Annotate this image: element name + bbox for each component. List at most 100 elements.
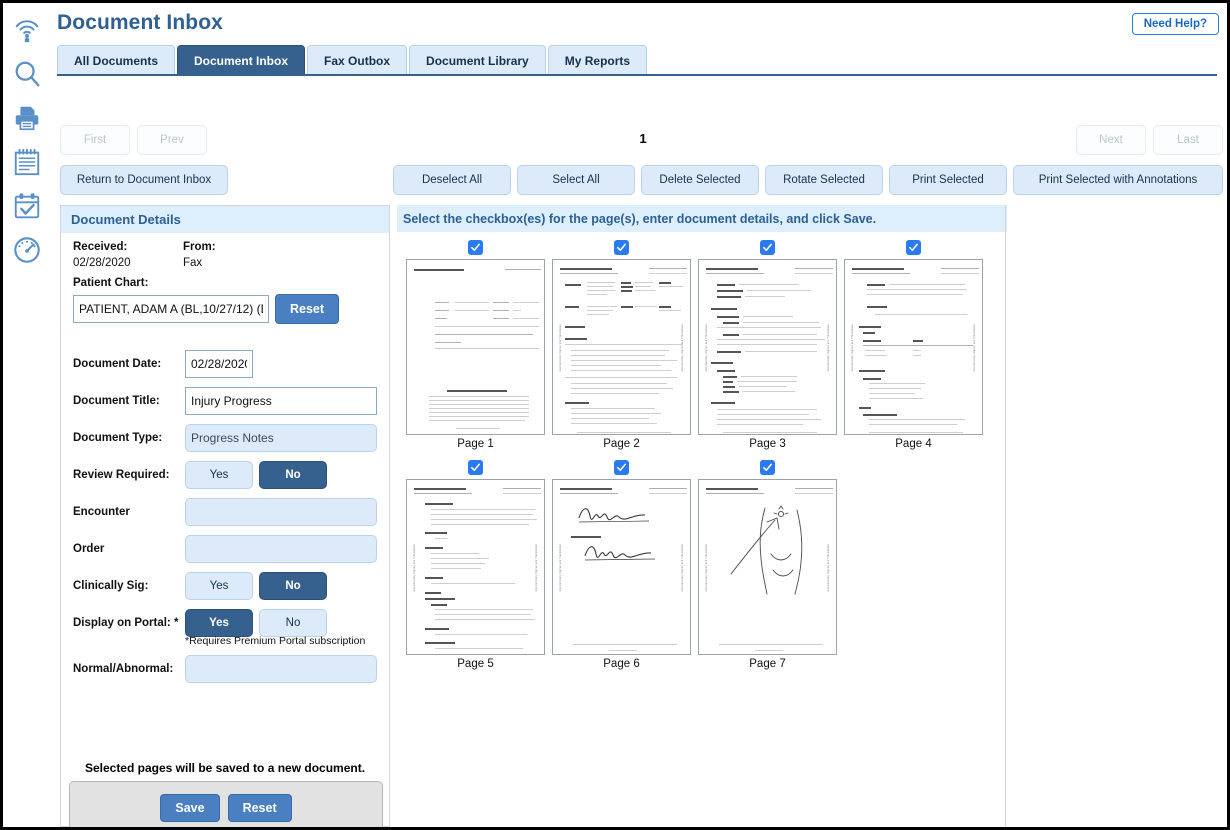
normal-abnormal-input[interactable] <box>185 655 377 683</box>
return-to-document-inbox-button[interactable]: Return to Document Inbox <box>60 165 228 195</box>
page-title: Document Inbox <box>57 11 223 35</box>
page-margin-text: Electronically Signed and Transmitted <box>827 324 830 371</box>
display-on-portal-no-button[interactable]: No <box>259 609 327 637</box>
page-checkbox[interactable] <box>760 240 775 255</box>
delete-selected-button[interactable]: Delete Selected <box>641 165 759 195</box>
document-type-select[interactable] <box>185 424 377 452</box>
page-margin-text: Electronically Signed and Transmitted <box>705 324 708 371</box>
page-label: Page 2 <box>603 438 639 450</box>
notepad-icon[interactable] <box>7 141 47 183</box>
page-content: Electronically Signed and Transmitted El… <box>557 264 686 430</box>
next-page-button[interactable]: Next <box>1076 125 1146 155</box>
page-label: Page 4 <box>895 438 931 450</box>
document-title-row: Document Title: <box>73 387 377 415</box>
page-preview[interactable]: Electronically Signed and Transmitted El… <box>698 259 837 435</box>
normal-abnormal-row: Normal/Abnormal: <box>73 655 377 683</box>
search-icon[interactable] <box>7 53 47 95</box>
reset-button[interactable]: Reset <box>228 794 292 822</box>
document-title-label: Document Title: <box>73 395 185 407</box>
document-date-label: Document Date: <box>73 358 185 370</box>
signature-mark <box>581 540 691 580</box>
encounter-input[interactable] <box>185 498 377 526</box>
last-page-button[interactable]: Last <box>1153 125 1223 155</box>
prev-page-button[interactable]: Prev <box>137 125 207 155</box>
page-margin-text: Electronically Signed and Transmitted <box>681 324 684 371</box>
from-value: Fax <box>183 257 377 269</box>
page-preview[interactable]: Electronically Signed and Transmitted El… <box>552 259 691 435</box>
page-checkbox[interactable] <box>614 240 629 255</box>
display-on-portal-row: Display on Portal: * Yes No <box>73 609 377 637</box>
review-required-yes-button[interactable]: Yes <box>185 461 253 489</box>
document-details-body: Received: From: 02/28/2020 Fax Patient C… <box>61 233 389 683</box>
page-margin-text: Electronically Signed and Transmitted <box>559 324 562 371</box>
need-help-button[interactable]: Need Help? <box>1132 13 1219 35</box>
clinically-sig-yes-button[interactable]: Yes <box>185 572 253 600</box>
page-margin-text: Electronically Signed and Transmitted <box>827 544 830 591</box>
page-checkbox[interactable] <box>468 460 483 475</box>
patient-chart-input[interactable] <box>73 295 269 323</box>
page-thumbnail-item: Electronically Signed and Transmitted El… <box>549 460 694 670</box>
portal-subscription-note: *Requires Premium Portal subscription <box>185 635 377 647</box>
display-on-portal-label: Display on Portal: * <box>73 617 185 629</box>
review-required-no-button[interactable]: No <box>259 461 327 489</box>
page-checkbox[interactable] <box>614 460 629 475</box>
pages-panel: Select the checkbox(es) for the page(s),… <box>397 205 1007 827</box>
order-label: Order <box>73 543 185 555</box>
broadcast-icon[interactable] <box>7 9 47 51</box>
received-value: 02/28/2020 <box>73 257 183 269</box>
page-thumbnail-grid: Page 1 <box>397 232 1007 680</box>
tab-my-reports[interactable]: My Reports <box>548 45 647 75</box>
tab-document-library[interactable]: Document Library <box>409 45 546 75</box>
save-action-box: Save Reset <box>69 781 383 827</box>
page-preview[interactable]: Electronically Signed and Transmitted El… <box>406 479 545 655</box>
select-all-button[interactable]: Select All <box>517 165 635 195</box>
document-type-label: Document Type: <box>73 432 185 444</box>
document-date-input[interactable] <box>185 350 253 378</box>
tab-fax-outbox[interactable]: Fax Outbox <box>307 45 407 75</box>
page-margin-text: Electronically Signed and Transmitted <box>851 324 854 371</box>
page-checkbox[interactable] <box>906 240 921 255</box>
page-margin-text: Electronically Signed and Transmitted <box>705 544 708 591</box>
application-window: Document Inbox Need Help? All Documents … <box>3 3 1227 827</box>
order-input[interactable] <box>185 535 377 563</box>
panel-divider <box>1005 205 1006 827</box>
page-content: Electronically Signed and Transmitted El… <box>411 484 540 650</box>
page-thumbnail-item: Electronically Signed and Transmitted El… <box>403 460 548 670</box>
page-preview[interactable]: Electronically Signed and Transmitted El… <box>698 479 837 655</box>
rotate-selected-button[interactable]: Rotate Selected <box>765 165 883 195</box>
page-content: Electronically Signed and Transmitted El… <box>849 264 978 430</box>
tab-document-inbox[interactable]: Document Inbox <box>177 45 305 75</box>
document-title-input[interactable] <box>185 387 377 415</box>
page-checkbox[interactable] <box>468 240 483 255</box>
tab-all-documents[interactable]: All Documents <box>57 45 175 75</box>
calendar-check-icon[interactable] <box>7 185 47 227</box>
page-checkbox[interactable] <box>760 460 775 475</box>
tab-bar: All Documents Document Inbox Fax Outbox … <box>57 44 649 75</box>
first-page-button[interactable]: First <box>60 125 130 155</box>
page-preview[interactable] <box>406 259 545 435</box>
document-date-row: Document Date: <box>73 350 377 378</box>
patient-chart-label: Patient Chart: <box>73 277 377 289</box>
patient-chart-reset-button[interactable]: Reset <box>275 294 339 324</box>
order-row: Order <box>73 535 377 563</box>
page-label: Page 7 <box>749 658 785 670</box>
clinically-sig-label: Clinically Sig: <box>73 580 185 592</box>
print-selected-with-annotations-button[interactable]: Print Selected with Annotations <box>1013 165 1223 195</box>
gauge-icon[interactable] <box>7 229 47 271</box>
print-selected-button[interactable]: Print Selected <box>889 165 1007 195</box>
page-preview[interactable]: Electronically Signed and Transmitted El… <box>552 479 691 655</box>
deselect-all-button[interactable]: Deselect All <box>393 165 511 195</box>
document-details-panel: Document Details Received: From: 02/28/2… <box>60 205 390 827</box>
page-preview[interactable]: Electronically Signed and Transmitted El… <box>844 259 983 435</box>
page-label: Page 3 <box>749 438 785 450</box>
page-label: Page 1 <box>457 438 493 450</box>
clinically-sig-no-button[interactable]: No <box>259 572 327 600</box>
page-thumbnail-item: Electronically Signed and Transmitted El… <box>549 240 694 450</box>
document-type-row: Document Type: <box>73 424 377 452</box>
page-content: Electronically Signed and Transmitted El… <box>557 484 686 650</box>
printer-icon[interactable] <box>7 97 47 139</box>
save-button[interactable]: Save <box>160 794 219 822</box>
display-on-portal-yes-button[interactable]: Yes <box>185 609 253 637</box>
pages-instruction: Select the checkbox(es) for the page(s),… <box>397 205 1007 232</box>
review-required-label: Review Required: <box>73 469 185 481</box>
